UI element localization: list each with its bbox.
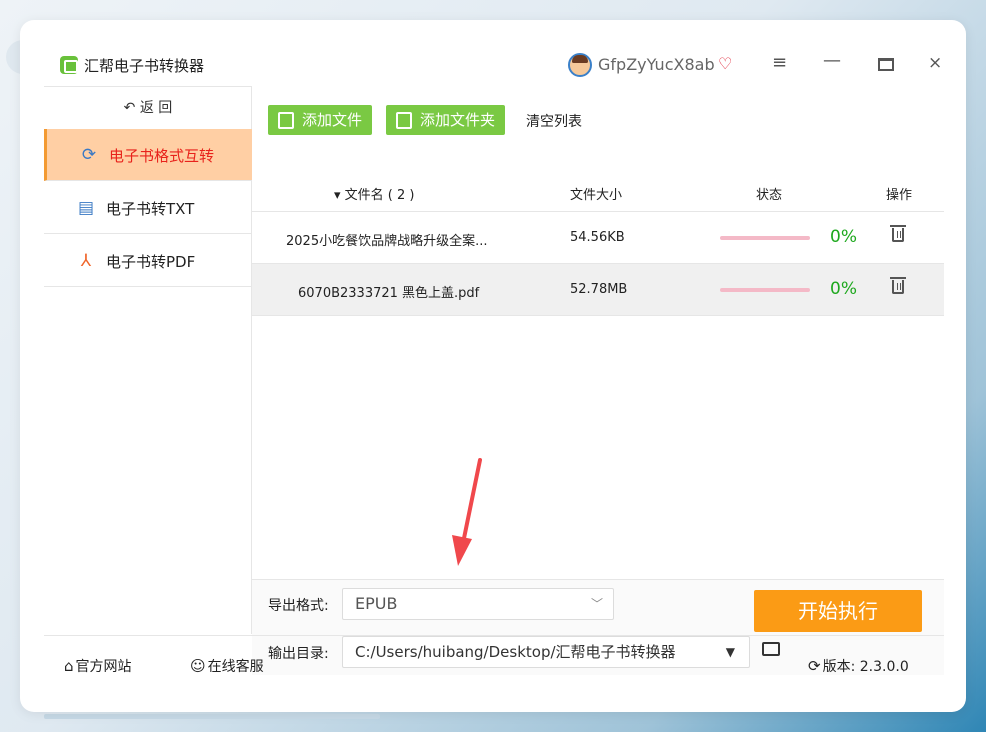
support-icon: ☺ — [190, 657, 206, 675]
file-size: 52.78MB — [570, 282, 628, 297]
toolbar: 添加文件 添加文件夹 清空列表 — [252, 86, 944, 142]
minimize-icon[interactable]: — — [823, 50, 841, 71]
sidebar: ↶ 返 回 ⟳ 电子书格式互转 ▤ 电子书转TXT ⅄ 电子书转PDF — [44, 86, 252, 634]
version-info: ⟳ 版本: 2.3.0.0 — [808, 656, 909, 676]
website-label: 官方网站 — [75, 659, 132, 675]
add-folder-label: 添加文件夹 — [420, 111, 496, 129]
maximize-icon[interactable] — [878, 58, 894, 71]
user-avatar[interactable] — [568, 53, 592, 77]
username[interactable]: GfpZyYucX8ab — [598, 55, 715, 74]
progress-bar — [720, 236, 810, 240]
file-name: 6070B2333721 黑色上盖.pdf — [298, 286, 480, 301]
online-service-link[interactable]: ☺ 在线客服 — [190, 656, 264, 676]
sidebar-item-format-convert[interactable]: ⟳ 电子书格式互转 — [44, 129, 252, 181]
column-header-action: 操作 — [886, 188, 913, 203]
refresh-icon: ⟳ — [808, 657, 821, 675]
footer: ⌂ 官方网站 ☺ 在线客服 ⟳ 版本: 2.3.0.0 — [44, 635, 944, 692]
format-select[interactable]: EPUB ﹀ — [342, 588, 614, 620]
chevron-down-icon: ﹀ — [590, 597, 603, 611]
title-bar: 汇帮电子书转换器 GfpZyYucX8ab ♡ ≡ — × — [44, 44, 944, 86]
background-bar — [44, 714, 380, 719]
back-button[interactable]: ↶ 返 回 — [44, 87, 252, 129]
app-logo-icon — [60, 56, 78, 74]
format-value: EPUB — [355, 594, 398, 613]
add-file-button[interactable]: 添加文件 — [268, 105, 373, 135]
clear-list-button[interactable]: 清空列表 — [526, 111, 582, 131]
add-file-icon — [278, 112, 294, 129]
add-folder-icon — [396, 112, 412, 129]
column-header-status: 状态 — [756, 188, 783, 203]
service-label: 在线客服 — [207, 659, 264, 675]
home-icon: ⌂ — [64, 657, 74, 675]
version-label: 版本: 2.3.0.0 — [822, 659, 909, 675]
start-button[interactable]: 开始执行 — [754, 590, 922, 632]
app-title: 汇帮电子书转换器 — [84, 57, 205, 75]
app-window: 汇帮电子书转换器 GfpZyYucX8ab ♡ ≡ — × ↶ 返 回 ⟳ 电子… — [20, 20, 966, 712]
file-size: 54.56KB — [570, 230, 625, 245]
sidebar-item-label: 电子书转TXT — [106, 200, 195, 218]
progress-percent: 0% — [830, 279, 857, 299]
sidebar-item-to-pdf[interactable]: ⅄ 电子书转PDF — [44, 235, 252, 287]
add-folder-button[interactable]: 添加文件夹 — [386, 105, 506, 135]
sidebar-item-label: 电子书格式互转 — [109, 147, 215, 165]
delete-icon[interactable] — [890, 225, 906, 242]
sidebar-item-to-txt[interactable]: ▤ 电子书转TXT — [44, 182, 252, 234]
window-content: 汇帮电子书转换器 GfpZyYucX8ab ♡ ≡ — × ↶ 返 回 ⟳ 电子… — [44, 44, 944, 692]
add-file-label: 添加文件 — [302, 111, 363, 129]
table-row[interactable]: 6070B2333721 黑色上盖.pdf 52.78MB 0% — [252, 264, 944, 316]
progress-percent: 0% — [830, 227, 857, 247]
sidebar-item-label: 电子书转PDF — [106, 253, 196, 271]
official-website-link[interactable]: ⌂ 官方网站 — [64, 656, 132, 676]
progress-bar — [720, 288, 810, 292]
format-label: 导出格式: — [268, 598, 329, 614]
delete-icon[interactable] — [890, 277, 906, 294]
document-icon: ▤ — [77, 198, 95, 218]
close-icon[interactable]: × — [928, 53, 942, 73]
column-header-name[interactable]: ▾ 文件名 ( 2 ) — [334, 184, 414, 203]
file-name: 2025小吃餐饮品牌战略升级全案... — [286, 234, 488, 249]
pdf-icon: ⅄ — [80, 251, 92, 271]
refresh-icon: ⟳ — [81, 145, 97, 165]
table-row[interactable]: 2025小吃餐饮品牌战略升级全案... 54.56KB 0% — [252, 212, 944, 264]
menu-icon[interactable]: ≡ — [772, 52, 787, 73]
column-header-size: 文件大小 — [570, 188, 623, 203]
vip-heart-icon[interactable]: ♡ — [718, 54, 732, 73]
table-header: ▾ 文件名 ( 2 ) 文件大小 状态 操作 — [252, 170, 944, 212]
